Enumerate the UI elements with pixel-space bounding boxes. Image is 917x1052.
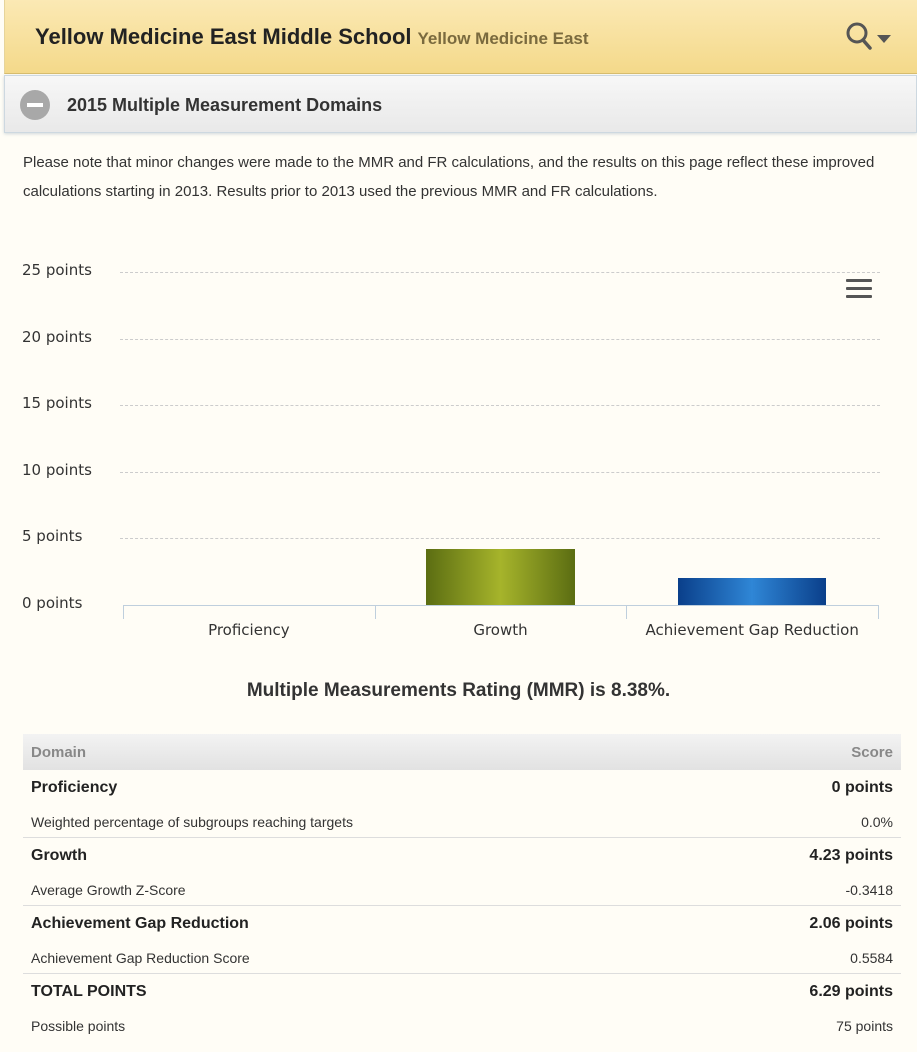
y-tick-label: 25 points (22, 261, 92, 279)
y-tick-label: 20 points (22, 327, 92, 346)
domain-score: 4.23 points (809, 847, 893, 864)
x-axis-line (123, 605, 878, 606)
section-header[interactable]: 2015 Multiple Measurement Domains (4, 75, 917, 133)
table-row-total: TOTAL POINTS 6.29 points (23, 974, 901, 1010)
school-title: Yellow Medicine East Middle School Yellow… (35, 24, 589, 50)
y-tick-label: 0 points (22, 594, 83, 612)
x-tick-label: Growth (473, 621, 528, 639)
metric-label: Achievement Gap Reduction Score (31, 949, 250, 966)
score-column-header: Score (851, 743, 893, 761)
grid-line (120, 471, 880, 473)
page-header: Yellow Medicine East Middle School Yellow… (4, 0, 917, 74)
school-name: Yellow Medicine East Middle School (35, 24, 412, 49)
grid-line (120, 538, 880, 540)
x-tick-mark (374, 605, 376, 619)
metric-value: 0.0% (861, 813, 893, 830)
collapse-icon[interactable] (20, 90, 50, 120)
domain-label: Growth (31, 847, 87, 864)
district-name: Yellow Medicine East (417, 29, 589, 48)
domain-label: Proficiency (31, 779, 118, 796)
total-label: TOTAL POINTS (31, 983, 147, 1000)
table-subrow: Achievement Gap Reduction Score 0.5584 (23, 942, 901, 974)
x-tick-label: Achievement Gap Reduction (645, 621, 859, 639)
table-row: Proficiency 0 points (23, 770, 901, 806)
calculation-note: Please note that minor changes were made… (23, 154, 875, 200)
table-subrow: Possible points 75 points (23, 1010, 901, 1042)
table-row: Growth 4.23 points (23, 838, 901, 874)
grid-line (120, 338, 880, 340)
table-subrow: Average Growth Z-Score -0.3418 (23, 874, 901, 906)
domains-table: Domain Score Proficiency 0 points Weight… (23, 734, 901, 1042)
section-title: 2015 Multiple Measurement Domains (67, 95, 383, 115)
domain-score: 0 points (831, 779, 893, 796)
chart-menu-icon[interactable] (846, 279, 872, 299)
table-header: Domain Score (23, 734, 901, 770)
domain-column-header: Domain (31, 743, 87, 761)
y-tick-label: 5 points (22, 527, 83, 546)
metric-value: -0.3418 (845, 881, 893, 898)
search-icon (846, 22, 891, 50)
y-tick-label: 10 points (22, 460, 92, 479)
search-menu-button[interactable] (843, 20, 899, 54)
metric-label: Possible points (31, 1018, 126, 1034)
bar-growth[interactable] (426, 548, 575, 605)
x-tick-label: Proficiency (208, 621, 290, 639)
table-row: Achievement Gap Reduction 2.06 points (23, 906, 901, 942)
domain-label: Achievement Gap Reduction (31, 915, 249, 932)
x-tick-mark (123, 605, 124, 619)
x-tick-mark (878, 605, 879, 619)
y-tick-label: 15 points (22, 394, 92, 413)
total-score: 6.29 points (809, 983, 893, 1000)
metric-label: Weighted percentage of subgroups reachin… (31, 813, 353, 830)
grid-line (120, 405, 880, 407)
bar-achievement-gap-reduction[interactable] (677, 577, 827, 605)
metric-value: 75 points (836, 1018, 893, 1034)
table-subrow: Weighted percentage of subgroups reachin… (23, 806, 901, 838)
mmr-summary: Multiple Measurements Rating (MMR) is 8.… (246, 680, 671, 701)
metric-label: Average Growth Z-Score (31, 881, 186, 898)
domains-bar-chart: 25 points 20 points 15 points 10 points 5 po… (0, 250, 917, 650)
domain-score: 2.06 points (809, 915, 893, 932)
chevron-down-icon (877, 35, 891, 43)
metric-value: 0.5584 (850, 949, 893, 966)
grid-line (120, 272, 880, 273)
x-tick-mark (626, 605, 628, 619)
